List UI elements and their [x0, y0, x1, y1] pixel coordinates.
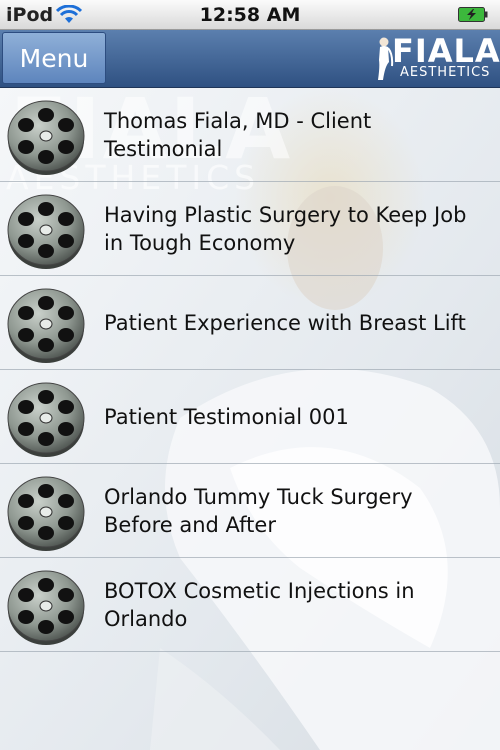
film-reel-icon [6, 190, 86, 270]
logo-subtitle: AESTHETICS [400, 65, 491, 80]
logo-figure-icon [378, 37, 394, 80]
video-title: Orlando Tummy Tuck Surgery Before and Af… [104, 484, 413, 537]
list-item[interactable]: Patient Testimonial 001 [0, 370, 500, 464]
video-title: Having Plastic Surgery to Keep Job in To… [104, 202, 467, 255]
film-reel-icon [6, 284, 86, 364]
video-title: BOTOX Cosmetic Injections in Orlando [104, 578, 415, 631]
video-list: Thomas Fiala, MD - Client Testimonial Ha… [0, 88, 500, 652]
list-item[interactable]: Patient Experience with Breast Lift [0, 276, 500, 370]
film-reel-icon [6, 96, 86, 176]
clock: 12:58 AM [199, 4, 301, 26]
film-reel-icon [6, 378, 86, 458]
video-title: Patient Experience with Breast Lift [104, 310, 466, 335]
film-reel-icon [6, 566, 86, 646]
video-list-screen: FIALA AESTHETICS Thomas Fiala, MD - Clie… [0, 88, 500, 750]
list-item[interactable]: Orlando Tummy Tuck Surgery Before and Af… [0, 464, 500, 558]
navigation-bar: Menu FIALA AESTHETICS [0, 30, 500, 88]
status-bar: iPod 12:58 AM [0, 0, 500, 30]
menu-button[interactable]: Menu [2, 32, 106, 84]
battery-charging-icon [458, 7, 488, 22]
film-reel-icon [6, 472, 86, 552]
video-title: Patient Testimonial 001 [104, 404, 349, 429]
fiala-aesthetics-logo: FIALA AESTHETICS [374, 32, 500, 84]
list-item[interactable]: BOTOX Cosmetic Injections in Orlando [0, 558, 500, 652]
list-item[interactable]: Thomas Fiala, MD - Client Testimonial [0, 88, 500, 182]
video-title: Thomas Fiala, MD - Client Testimonial [104, 108, 372, 161]
list-item[interactable]: Having Plastic Surgery to Keep Job in To… [0, 182, 500, 276]
